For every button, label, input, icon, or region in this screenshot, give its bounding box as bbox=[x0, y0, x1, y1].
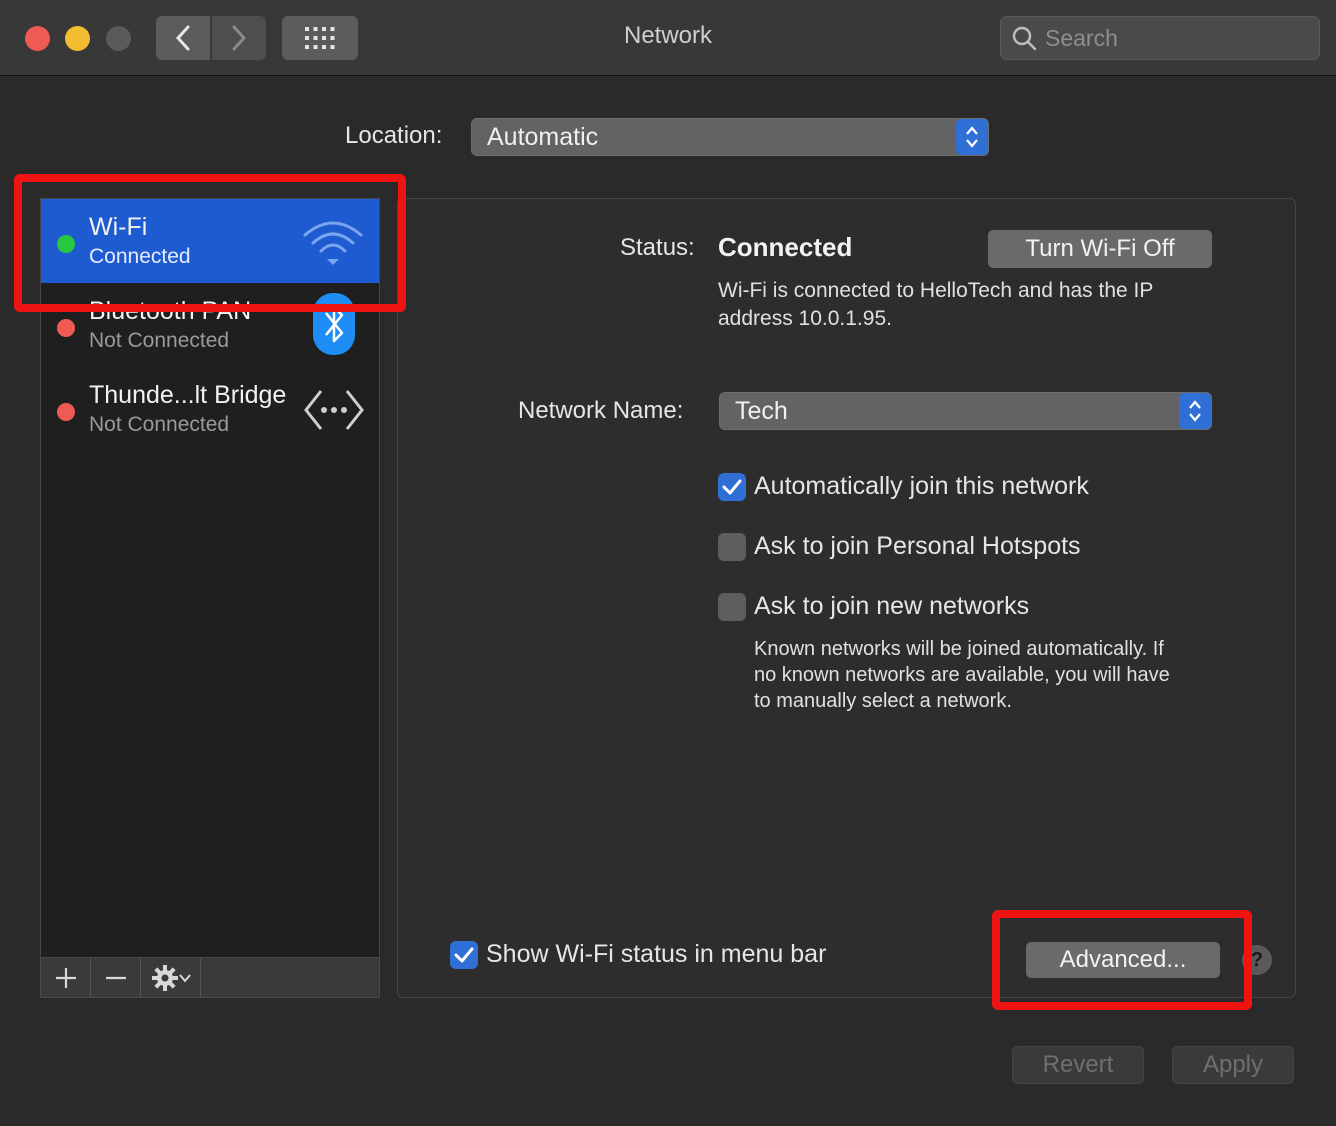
network-name-value: Tech bbox=[735, 397, 788, 425]
status-description-line: Wi-Fi is connected to HelloTech and has … bbox=[718, 279, 1154, 302]
status-description-line: address 10.0.1.95. bbox=[718, 307, 892, 330]
known-networks-line: no known networks are available, you wil… bbox=[754, 664, 1170, 686]
auto-join-checkbox[interactable] bbox=[718, 473, 746, 501]
service-item-wifi[interactable]: Wi-Fi Connected bbox=[41, 199, 379, 283]
network-name-popup[interactable]: Tech bbox=[719, 392, 1212, 430]
show-wifi-status-label: Show Wi-Fi status in menu bar bbox=[486, 940, 827, 968]
remove-service-button[interactable] bbox=[91, 958, 141, 997]
search-icon bbox=[1012, 26, 1037, 51]
service-name: Wi-Fi bbox=[89, 213, 148, 241]
service-name: Bluetooth PAN bbox=[89, 297, 252, 325]
chevron-down-icon bbox=[178, 973, 191, 983]
help-button[interactable]: ? bbox=[1242, 945, 1272, 975]
new-networks-checkbox[interactable] bbox=[718, 593, 746, 621]
add-service-button[interactable] bbox=[41, 958, 91, 997]
network-name-label: Network Name: bbox=[518, 397, 684, 424]
service-status: Connected bbox=[89, 245, 191, 268]
wifi-icon bbox=[301, 217, 365, 272]
gear-icon bbox=[151, 964, 178, 991]
bluetooth-icon bbox=[313, 293, 355, 360]
location-label: Location: bbox=[345, 122, 443, 149]
service-name: Thunde...lt Bridge bbox=[89, 381, 287, 409]
status-dot bbox=[57, 319, 75, 337]
status-value: Connected bbox=[718, 232, 853, 262]
personal-hotspots-checkbox[interactable] bbox=[718, 533, 746, 561]
status-dot bbox=[57, 403, 75, 421]
status-dot bbox=[57, 235, 75, 253]
service-status: Not Connected bbox=[89, 413, 230, 436]
apply-button[interactable]: Apply bbox=[1172, 1046, 1294, 1084]
search-placeholder: Search bbox=[1045, 24, 1118, 51]
status-description: Wi-Fi is connected to HelloTech and has … bbox=[718, 277, 1153, 333]
search-field[interactable]: Search bbox=[1000, 16, 1320, 60]
service-list-toolbar bbox=[40, 958, 380, 998]
plus-icon bbox=[55, 967, 76, 988]
known-networks-description: Known networks will be joined automatica… bbox=[754, 636, 1170, 714]
location-value: Automatic bbox=[487, 123, 599, 151]
personal-hotspots-label: Ask to join Personal Hotspots bbox=[754, 532, 1081, 560]
turn-wifi-off-button[interactable]: Turn Wi-Fi Off bbox=[988, 230, 1212, 268]
known-networks-line: Known networks will be joined automatica… bbox=[754, 638, 1164, 660]
status-label: Status: bbox=[620, 234, 695, 261]
service-item-bluetooth-pan[interactable]: Bluetooth PAN Not Connected bbox=[41, 283, 379, 367]
checkmark-icon bbox=[454, 947, 474, 963]
thunderbolt-bridge-icon bbox=[303, 387, 365, 438]
popup-stepper-icon bbox=[956, 119, 988, 155]
known-networks-line: to manually select a network. bbox=[754, 690, 1012, 712]
show-wifi-status-checkbox[interactable] bbox=[450, 941, 478, 969]
new-networks-label: Ask to join new networks bbox=[754, 592, 1030, 620]
service-item-thunderbolt-bridge[interactable]: Thunde...lt Bridge Not Connected bbox=[41, 367, 379, 451]
network-service-list: Wi-Fi Connected Bluetooth PAN Not Connec… bbox=[40, 198, 380, 958]
revert-button[interactable]: Revert bbox=[1012, 1046, 1144, 1084]
title-bar: Network Search bbox=[0, 0, 1336, 76]
advanced-button[interactable]: Advanced... bbox=[1026, 942, 1220, 978]
location-popup[interactable]: Automatic bbox=[471, 118, 989, 156]
action-menu-button[interactable] bbox=[141, 958, 201, 997]
checkmark-icon bbox=[722, 479, 742, 495]
popup-stepper-icon bbox=[1179, 393, 1211, 429]
auto-join-label: Automatically join this network bbox=[754, 472, 1089, 500]
minus-icon bbox=[105, 976, 126, 979]
service-status: Not Connected bbox=[89, 329, 230, 352]
